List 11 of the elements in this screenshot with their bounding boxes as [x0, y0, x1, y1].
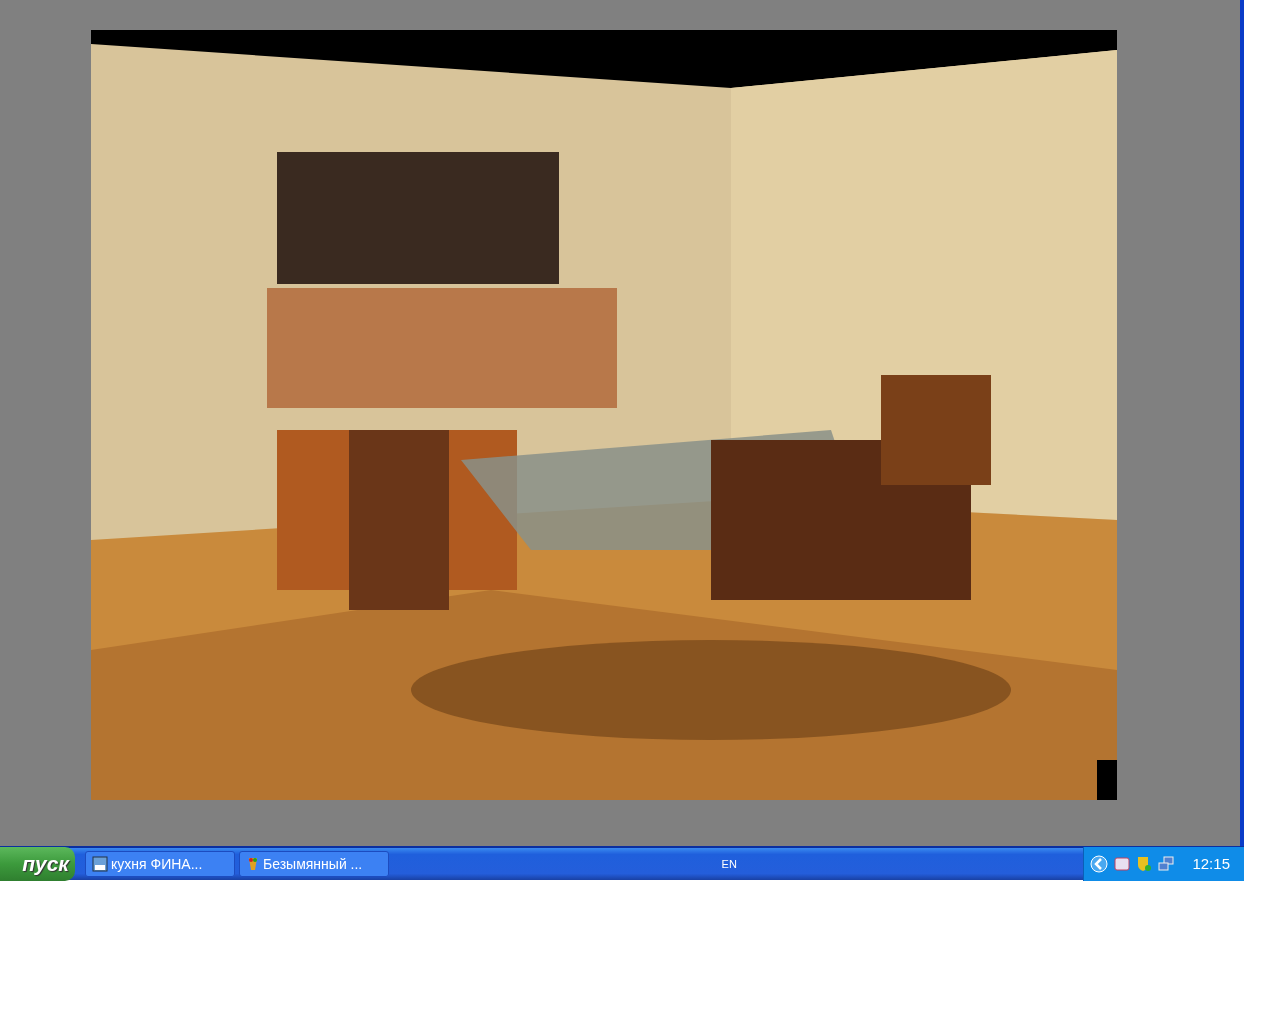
taskbar-button[interactable]: Безымянный ... [239, 851, 389, 877]
paint-icon [246, 856, 260, 872]
app-icon[interactable] [1114, 856, 1131, 872]
chevron-icon[interactable] [1090, 855, 1109, 873]
network-icon[interactable] [1158, 856, 1175, 872]
clock: 12:15 [1192, 853, 1230, 874]
shield-icon[interactable] [1136, 856, 1153, 872]
language-indicator[interactable]: EN [721, 855, 737, 873]
taskbar-button[interactable]: кухня ФИНА... [85, 851, 235, 877]
app-icon [92, 856, 108, 872]
start-button[interactable]: пуск [0, 847, 75, 881]
